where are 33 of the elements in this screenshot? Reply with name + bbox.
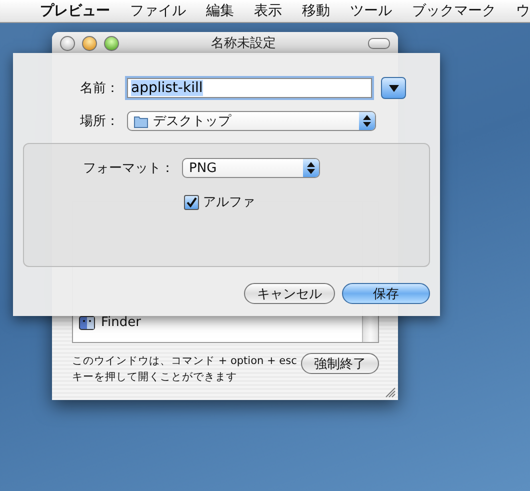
menu-item[interactable]: 表示 <box>244 2 292 20</box>
application-name[interactable]: Finder <box>101 315 141 330</box>
disclosure-button[interactable] <box>381 77 406 99</box>
menu-item[interactable]: ウ <box>506 2 530 20</box>
folder-icon <box>134 114 148 128</box>
format-label: フォーマット： <box>82 160 175 177</box>
menu-item[interactable]: 移動 <box>292 2 340 20</box>
menu-item[interactable]: ファイル <box>120 2 196 20</box>
name-label: 名前： <box>79 80 120 97</box>
format-popup[interactable]: PNG <box>182 158 320 178</box>
minimize-button[interactable] <box>82 36 97 50</box>
close-button[interactable] <box>60 36 75 50</box>
alpha-label: アルファ <box>203 194 255 211</box>
menu-item[interactable]: プレビュー <box>30 2 120 20</box>
menu-item[interactable]: ブックマーク <box>402 2 506 20</box>
name-field[interactable]: applist-kill <box>127 78 372 98</box>
save-button[interactable]: 保存 <box>342 283 430 304</box>
shortcut-note: このウインドウは、コマンド + option + esc キーを押して開くことができます <box>72 354 297 385</box>
toolbar-toggle-button[interactable] <box>368 38 390 48</box>
finder-face-icon <box>79 316 95 330</box>
force-quit-button[interactable]: 強制終了 <box>301 353 379 374</box>
triangle-down-icon <box>388 84 398 92</box>
alpha-checkbox[interactable] <box>184 194 199 210</box>
zoom-button[interactable] <box>104 36 119 50</box>
up-down-arrows-icon <box>303 159 319 177</box>
up-down-arrows-icon <box>359 112 375 130</box>
cancel-button[interactable]: キャンセル <box>244 283 335 304</box>
resize-grip-icon[interactable] <box>385 387 396 398</box>
where-label: 場所： <box>79 113 120 130</box>
location-popup[interactable]: デスクトップ <box>127 111 376 131</box>
menu-item[interactable]: 編集 <box>196 2 244 20</box>
menu-item[interactable]: ツール <box>340 2 402 20</box>
window-title: 名称未設定 <box>210 35 277 52</box>
